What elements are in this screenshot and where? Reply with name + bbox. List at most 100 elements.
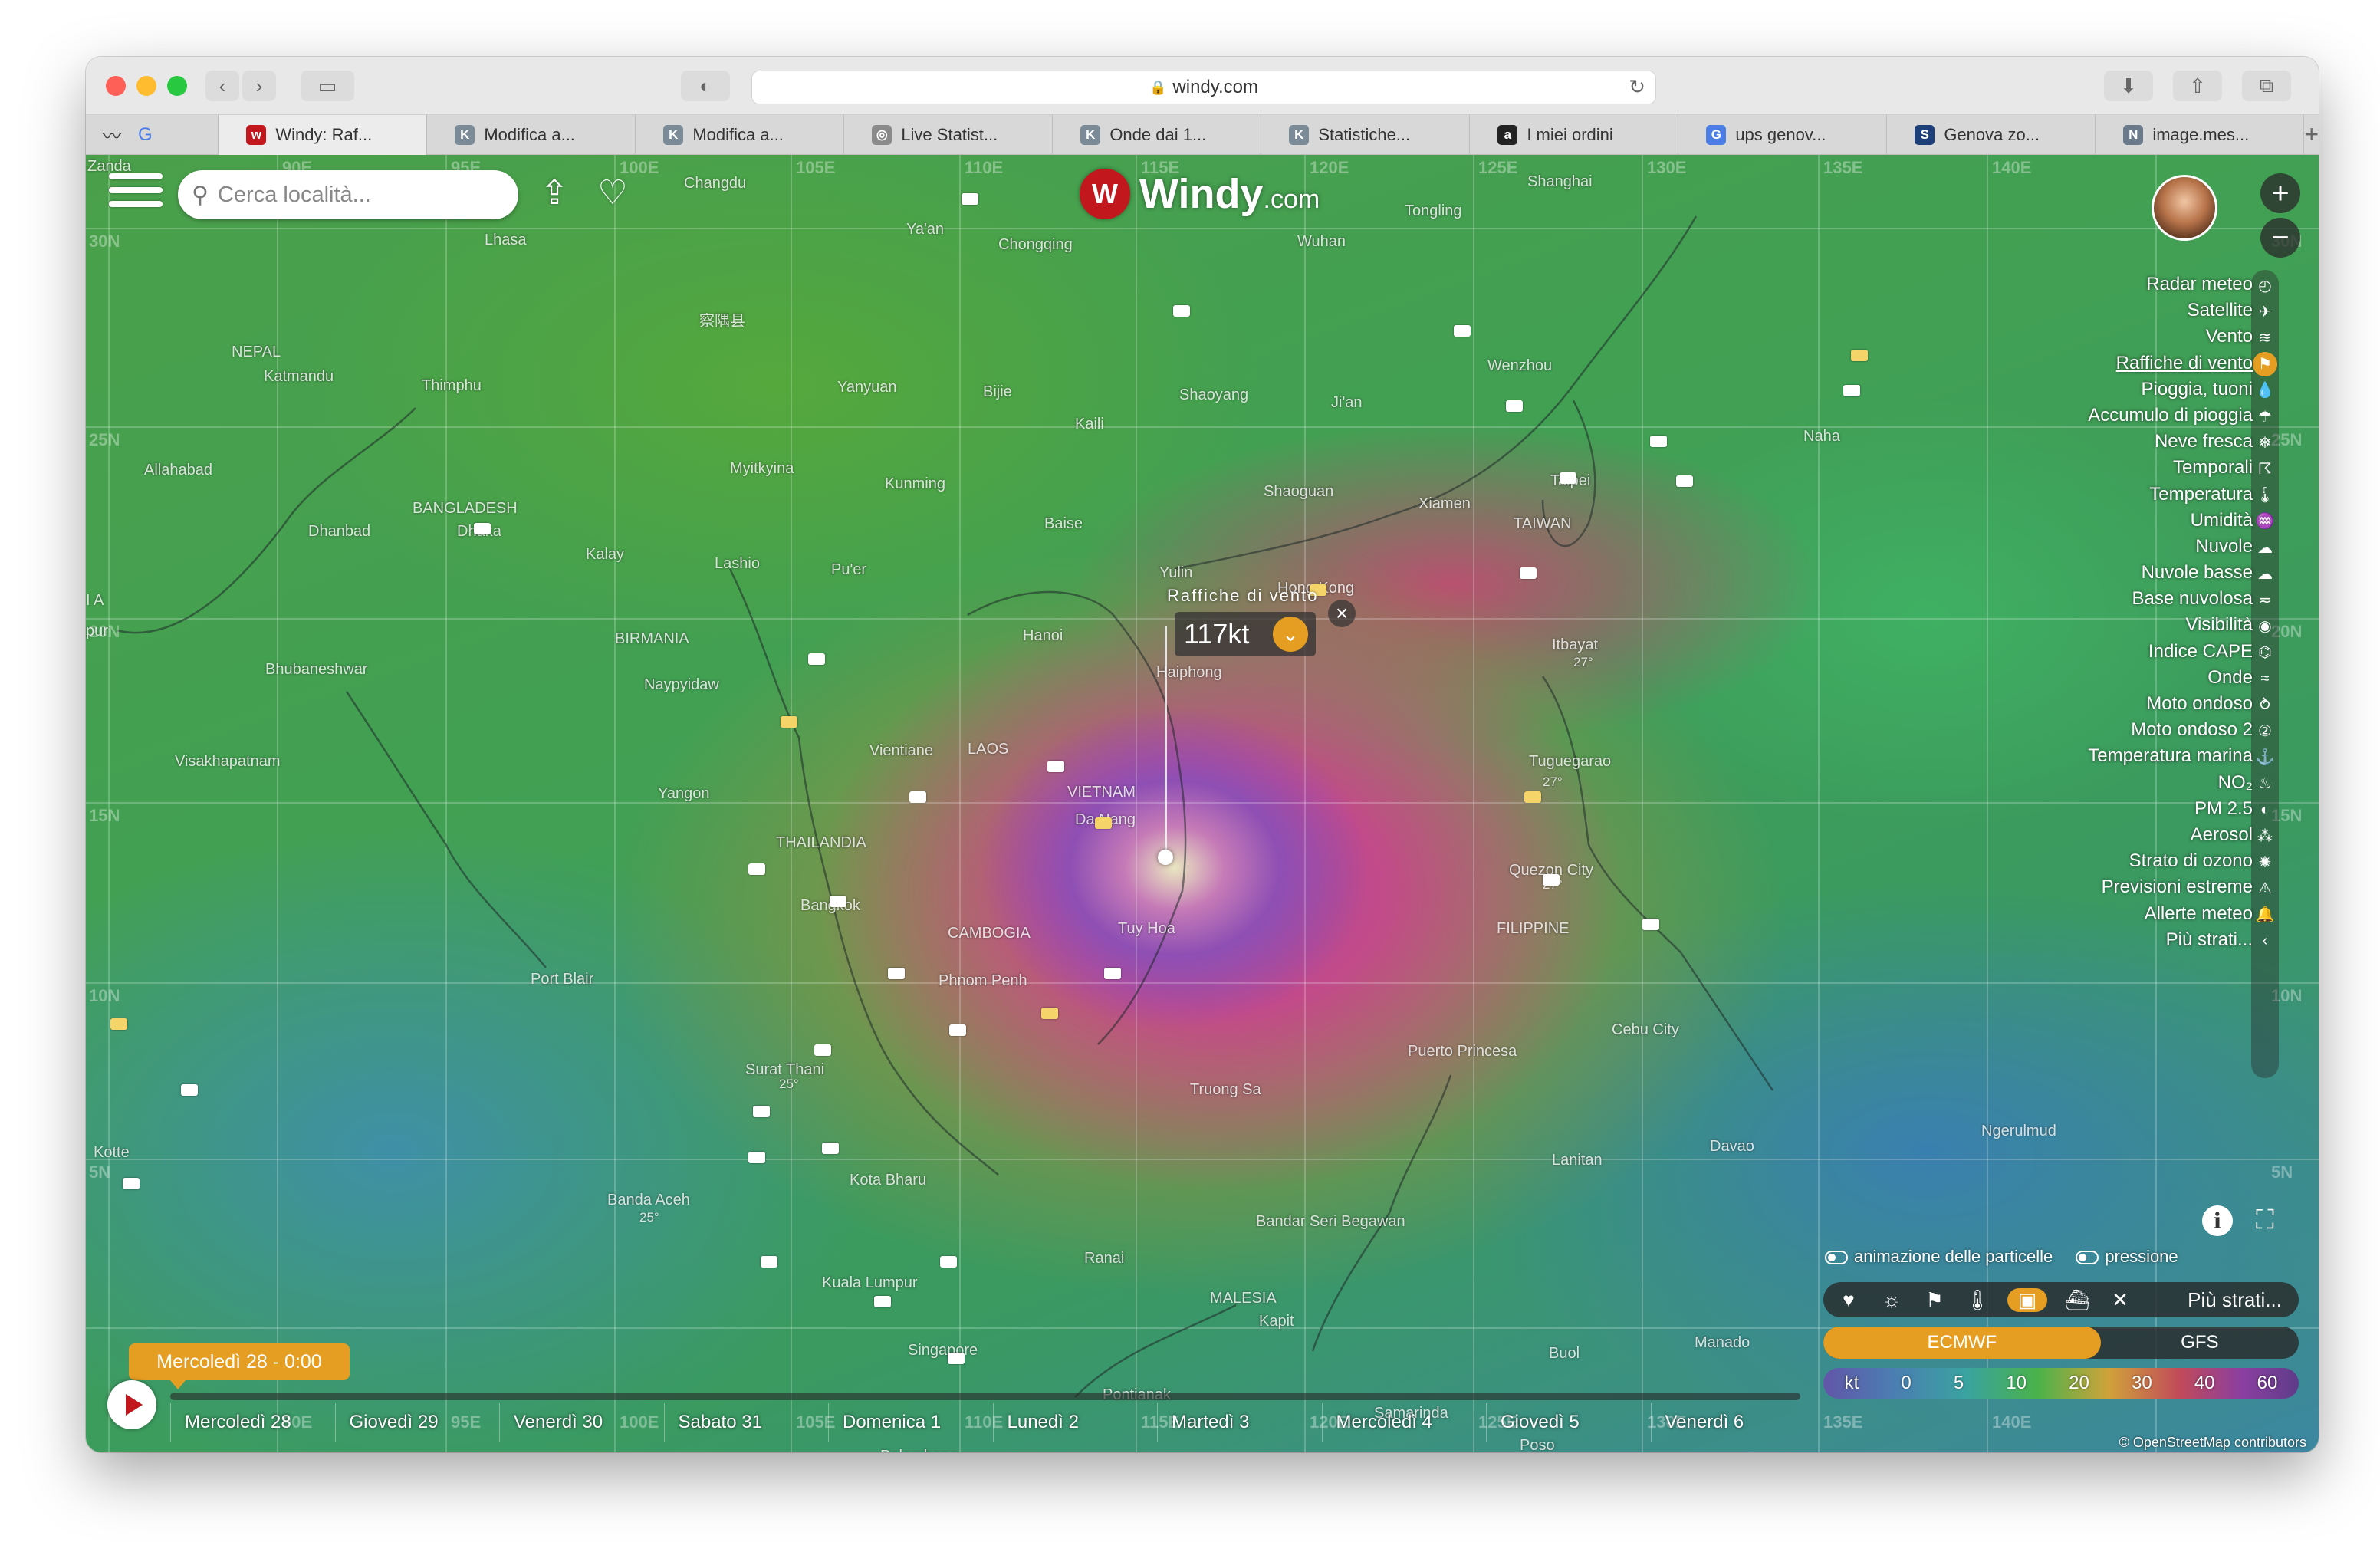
- webcam-marker-icon[interactable]: [1676, 475, 1693, 487]
- radar-icon[interactable]: ◴: [2253, 273, 2277, 298]
- sidebar-toggle-button[interactable]: ▭: [301, 71, 354, 101]
- webcam-marker-icon[interactable]: [948, 1353, 965, 1364]
- pm25-icon[interactable]: ◐: [2253, 797, 2277, 822]
- alert-icon[interactable]: 🔔: [2253, 903, 2277, 927]
- webcam-marker-icon[interactable]: [181, 1084, 198, 1096]
- webcam-marker-icon[interactable]: [1843, 385, 1860, 396]
- tab-k[interactable]: K Modifica a...: [427, 115, 636, 155]
- gust-icon[interactable]: ⚑: [1921, 1288, 1948, 1312]
- avatar[interactable]: [2152, 175, 2217, 241]
- color-legend[interactable]: kt 0 5 10 20 30 40 60: [1823, 1368, 2299, 1399]
- layer-item[interactable]: Previsioni estreme: [2088, 874, 2253, 900]
- picker-dropdown-button[interactable]: ⌄: [1273, 617, 1308, 652]
- privacy-button[interactable]: ◐: [681, 71, 730, 101]
- heart-icon[interactable]: ♡: [592, 172, 633, 213]
- eye-icon[interactable]: ◉: [2253, 614, 2277, 639]
- webcam-marker-icon[interactable]: [1650, 436, 1667, 447]
- close-icon[interactable]: ✕: [2107, 1288, 2133, 1312]
- swell2-icon[interactable]: ②: [2253, 718, 2277, 743]
- webcam-marker-icon[interactable]: [962, 193, 978, 205]
- minimize-window-button[interactable]: [136, 76, 156, 96]
- play-button[interactable]: [107, 1380, 156, 1429]
- timeline-day[interactable]: Domenica 1: [828, 1403, 993, 1442]
- tab-n[interactable]: Nimage.mes...: [2096, 115, 2305, 155]
- webcam-marker-icon[interactable]: [753, 1106, 770, 1117]
- cloud-icon[interactable]: ☁: [2253, 535, 2277, 560]
- close-window-button[interactable]: [106, 76, 126, 96]
- share-button[interactable]: ⇧: [2173, 71, 2222, 101]
- layer-item[interactable]: Temperatura: [2088, 482, 2253, 508]
- webcam-marker-icon[interactable]: [1104, 968, 1121, 979]
- layer-item[interactable]: Moto ondoso: [2088, 691, 2253, 717]
- tab-k[interactable]: K Statistiche...: [1261, 115, 1471, 155]
- webcam-marker-icon[interactable]: [822, 1143, 839, 1154]
- webcam-marker-icon[interactable]: [474, 523, 491, 534]
- gust-icon[interactable]: ⚑: [2253, 351, 2277, 376]
- layer-item[interactable]: Onde: [2088, 665, 2253, 691]
- picker-dot[interactable]: [1158, 850, 1173, 865]
- timeline-day[interactable]: Martedì 3: [1157, 1403, 1322, 1442]
- layer-item[interactable]: Pioggia, tuoni: [2088, 376, 2253, 403]
- webcam-marker-icon[interactable]: [1543, 874, 1560, 886]
- webcam-marker-icon[interactable]: [748, 863, 765, 875]
- layer-item[interactable]: Umidità: [2088, 508, 2253, 534]
- wind-icon[interactable]: ≋: [2253, 325, 2277, 350]
- timeline-day[interactable]: Mercoledì 4: [1321, 1403, 1487, 1442]
- layer-item[interactable]: Nuvole basse: [2088, 560, 2253, 586]
- zoom-in-button[interactable]: +: [2260, 173, 2300, 213]
- layer-item[interactable]: NO₂: [2088, 770, 2253, 796]
- timeline-day[interactable]: Venerdì 6: [1650, 1403, 1816, 1442]
- thunderstorm-icon[interactable]: ☈: [2253, 456, 2277, 481]
- info-button[interactable]: i: [2202, 1205, 2233, 1236]
- downloads-button[interactable]: ⬇: [2104, 71, 2153, 101]
- thermometer-icon[interactable]: 🌡: [2253, 483, 2277, 508]
- satellite-icon[interactable]: ✈: [2253, 299, 2277, 324]
- webcam-marker-icon[interactable]: [1642, 919, 1659, 930]
- sea-temp-icon[interactable]: ⚓: [2253, 745, 2277, 770]
- aerosol-icon[interactable]: ⁂: [2253, 824, 2277, 848]
- webcam-marker-icon[interactable]: [808, 653, 825, 665]
- timeline-day[interactable]: Sabato 31: [663, 1403, 829, 1442]
- thermometer-icon[interactable]: 🌡: [1964, 1288, 1990, 1312]
- tab-s[interactable]: S Genova zo...: [1887, 115, 2096, 155]
- layer-item[interactable]: Base nuvolosa: [2088, 586, 2253, 612]
- ship-icon[interactable]: ⛴: [2064, 1288, 2090, 1312]
- layer-item[interactable]: Più strati...: [2088, 927, 2253, 953]
- webcam-marker-icon[interactable]: [748, 1152, 765, 1163]
- layer-item[interactable]: Satellite: [2088, 298, 2253, 324]
- cape-icon[interactable]: ⌬: [2253, 640, 2277, 665]
- webcam-marker-icon[interactable]: [1524, 791, 1541, 803]
- timeline-day[interactable]: Venerdì 30: [499, 1403, 664, 1442]
- webcam-marker-icon[interactable]: [940, 1256, 957, 1268]
- layer-item[interactable]: Indice CAPE: [2088, 639, 2253, 665]
- pressure-toggle[interactable]: pressione: [2076, 1247, 2178, 1267]
- layer-item[interactable]: Accumulo di pioggia: [2088, 403, 2253, 429]
- rain-accumulation-icon[interactable]: ☂: [2253, 404, 2277, 429]
- webcam-marker-icon[interactable]: [949, 1024, 966, 1036]
- rain-icon[interactable]: 💧: [2253, 378, 2277, 403]
- tab-k[interactable]: K Onde dai 1...: [1053, 115, 1262, 155]
- weather-map[interactable]: 90E 90E 95E 95E 100E 100E 105E 105E 110E 110E 115E…: [86, 155, 2319, 1452]
- webcam-marker-icon[interactable]: [110, 1018, 127, 1030]
- webcam-marker-icon[interactable]: [909, 791, 926, 803]
- waves-icon[interactable]: ≈: [2253, 666, 2277, 691]
- layer-item[interactable]: Vento: [2088, 324, 2253, 350]
- tab-k[interactable]: K Modifica a...: [636, 115, 845, 155]
- swell-icon[interactable]: ⥁: [2253, 692, 2277, 717]
- layer-item[interactable]: Strato di ozono: [2088, 848, 2253, 874]
- layer-item[interactable]: PM 2.5: [2088, 796, 2253, 822]
- webcam-marker-icon[interactable]: [1047, 761, 1064, 772]
- no2-icon[interactable]: ♨: [2253, 771, 2277, 796]
- webcam-marker-icon[interactable]: [1173, 305, 1190, 317]
- new-tab-button[interactable]: +: [2304, 115, 2319, 154]
- webcam-marker-icon[interactable]: [1851, 350, 1868, 361]
- webcam-marker-icon[interactable]: [1095, 817, 1112, 829]
- layer-item[interactable]: Temperatura marina: [2088, 743, 2253, 769]
- snow-icon[interactable]: ❄: [2253, 430, 2277, 455]
- windy-logo[interactable]: W Windy.com: [1080, 169, 1320, 219]
- forward-button[interactable]: ›: [242, 71, 276, 101]
- layer-item[interactable]: Neve fresca: [2088, 429, 2253, 455]
- layer-item[interactable]: Moto ondoso 2: [2088, 717, 2253, 743]
- timeline-day[interactable]: Lunedì 2: [992, 1403, 1158, 1442]
- sun-cloud-icon[interactable]: ☼: [1879, 1288, 1905, 1312]
